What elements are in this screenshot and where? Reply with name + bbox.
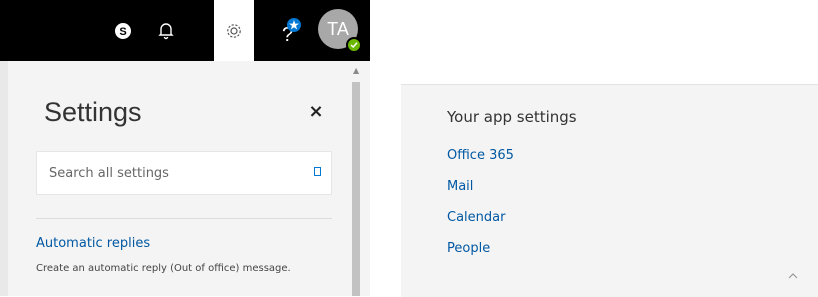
help-button[interactable]: ? [270, 0, 310, 61]
account-button[interactable]: TA [318, 9, 362, 53]
bell-icon [158, 22, 174, 39]
notifications-button[interactable] [146, 0, 186, 61]
gear-icon [227, 23, 241, 38]
app-link-calendar[interactable]: Calendar [447, 210, 505, 225]
app-settings-heading: Your app settings [447, 108, 577, 126]
svg-text:S: S [119, 26, 126, 38]
app-link-mail[interactable]: Mail [447, 179, 473, 194]
settings-button[interactable] [214, 0, 254, 61]
section-divider [36, 218, 332, 219]
search-placeholder: Search all settings [49, 165, 169, 181]
app-link-office-365[interactable]: Office 365 [447, 148, 514, 163]
app-settings-panel: Your app settings Office 365 Mail Calend… [401, 84, 818, 297]
skype-button[interactable]: S [103, 0, 143, 61]
search-icon[interactable] [314, 167, 321, 176]
automatic-replies-description: Create an automatic reply (Out of office… [36, 263, 291, 274]
skype-icon: S [115, 22, 131, 39]
settings-title: Settings [44, 97, 142, 127]
close-settings-button[interactable]: × [304, 99, 328, 123]
scroll-up-arrow-icon[interactable]: ▲ [353, 66, 359, 75]
help-icon: ? [282, 17, 301, 46]
chevron-up-icon[interactable] [788, 271, 798, 281]
automatic-replies-link[interactable]: Automatic replies [36, 236, 150, 251]
scrollbar-thumb[interactable] [352, 82, 360, 296]
top-header-bar: S ? TA [0, 0, 370, 61]
presence-available-icon [346, 37, 362, 53]
app-link-people[interactable]: People [447, 241, 490, 256]
search-settings-input[interactable]: Search all settings [36, 151, 332, 195]
